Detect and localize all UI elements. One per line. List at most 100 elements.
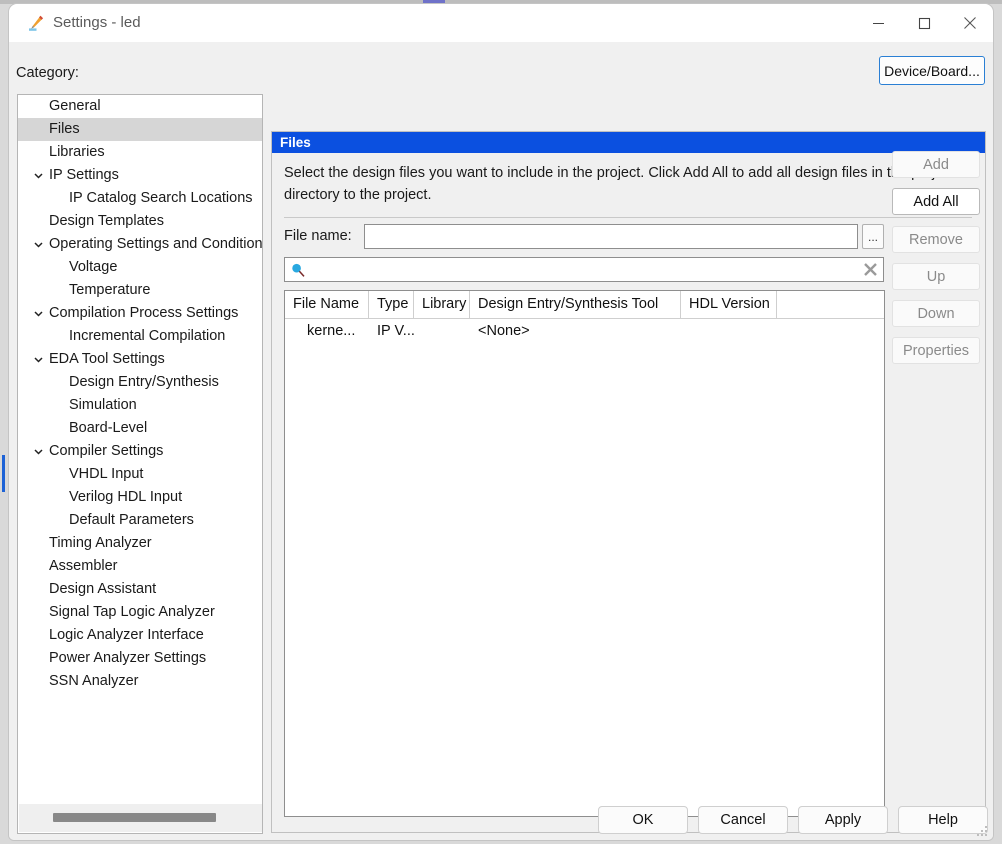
category-item-libraries[interactable]: Libraries xyxy=(18,141,262,164)
minimize-icon xyxy=(872,22,884,24)
dialog-body: Category: Device/Board... General Files Li… xyxy=(9,42,993,840)
category-item-label: Verilog HDL Input xyxy=(69,489,183,505)
category-label: Category: xyxy=(16,65,79,81)
category-item-compilation-process-settings[interactable]: Compilation Process Settings xyxy=(18,302,262,325)
chevron-down-icon[interactable] xyxy=(32,302,44,325)
category-item-design-assistant[interactable]: Design Assistant xyxy=(18,578,262,601)
category-item-voltage[interactable]: Voltage xyxy=(18,256,262,279)
background-window-accent xyxy=(2,455,5,492)
category-item-label: General xyxy=(49,98,101,114)
category-item-compiler-settings[interactable]: Compiler Settings xyxy=(18,440,262,463)
device-board-button[interactable]: Device/Board... xyxy=(879,56,985,85)
file-name-label: File name: xyxy=(284,228,352,244)
category-item-incremental-compilation[interactable]: Incremental Compilation xyxy=(18,325,262,348)
category-item-general[interactable]: General xyxy=(18,95,262,118)
table-body: kerne... IP V... <None> xyxy=(285,319,884,343)
cell-library xyxy=(414,319,470,343)
clear-x-icon[interactable] xyxy=(862,261,879,278)
files-panel-header: Files xyxy=(272,132,985,153)
tree-scrollbar-thumb[interactable] xyxy=(53,813,216,822)
search-input[interactable] xyxy=(311,259,855,282)
remove-button: Remove xyxy=(892,226,980,253)
column-header-file-name[interactable]: File Name xyxy=(285,291,369,318)
category-item-label: Temperature xyxy=(69,282,151,298)
category-item-operating-settings-and-conditions[interactable]: Operating Settings and Conditions xyxy=(18,233,262,256)
cancel-button[interactable]: Cancel xyxy=(698,806,788,834)
settings-window: Settings - led Category: Device/Board...… xyxy=(8,3,994,841)
maximize-button[interactable] xyxy=(901,4,947,42)
browse-button[interactable]: ... xyxy=(862,224,884,249)
category-item-files[interactable]: Files xyxy=(18,118,262,141)
file-list-table[interactable]: File Name Type Library Design Entry/Synthes… xyxy=(284,290,885,817)
chevron-down-icon[interactable] xyxy=(32,348,44,371)
category-item-label: SSN Analyzer xyxy=(49,673,139,689)
category-item-power-analyzer-settings[interactable]: Power Analyzer Settings xyxy=(18,647,262,670)
category-item-label: Incremental Compilation xyxy=(69,328,226,344)
category-item-verilog-hdl-input[interactable]: Verilog HDL Input xyxy=(18,486,262,509)
category-tree[interactable]: General Files Libraries IP Settings IP Catal… xyxy=(17,94,263,834)
category-item-label: VHDL Input xyxy=(69,466,144,482)
category-item-label: Design Assistant xyxy=(49,581,157,597)
title-bar: Settings - led xyxy=(9,4,993,42)
category-item-design-templates[interactable]: Design Templates xyxy=(18,210,262,233)
file-name-input[interactable] xyxy=(364,224,858,249)
up-button: Up xyxy=(892,263,980,290)
files-panel: Files Select the design files you want t… xyxy=(271,131,986,833)
category-item-signal-tap-logic-analyzer[interactable]: Signal Tap Logic Analyzer xyxy=(18,601,262,624)
category-item-ssn-analyzer[interactable]: SSN Analyzer xyxy=(18,670,262,693)
category-item-label: Files xyxy=(49,121,80,137)
minimize-button[interactable] xyxy=(855,4,901,42)
category-item-label: Timing Analyzer xyxy=(49,535,152,551)
cell-hdl-version xyxy=(681,319,777,343)
table-row[interactable]: kerne... IP V... <None> xyxy=(285,319,884,343)
category-item-label: IP Settings xyxy=(49,167,119,183)
table-header-row: File Name Type Library Design Entry/Synthes… xyxy=(285,291,884,319)
column-header-type[interactable]: Type xyxy=(369,291,414,318)
category-item-label: Design Entry/Synthesis xyxy=(69,374,219,390)
apply-button[interactable]: Apply xyxy=(798,806,888,834)
tree-horizontal-scrollbar[interactable] xyxy=(19,804,262,832)
category-item-vhdl-input[interactable]: VHDL Input xyxy=(18,463,262,486)
category-tree-list: General Files Libraries IP Settings IP Catal… xyxy=(18,95,262,693)
window-title: Settings - led xyxy=(53,14,141,31)
category-item-logic-analyzer-interface[interactable]: Logic Analyzer Interface xyxy=(18,624,262,647)
chevron-down-icon[interactable] xyxy=(32,233,44,256)
category-item-eda-tool-settings[interactable]: EDA Tool Settings xyxy=(18,348,262,371)
ok-button[interactable]: OK xyxy=(598,806,688,834)
column-header-hdl-version[interactable]: HDL Version xyxy=(681,291,777,318)
category-item-label: IP Catalog Search Locations xyxy=(69,190,253,206)
category-item-assembler[interactable]: Assembler xyxy=(18,555,262,578)
category-item-board-level[interactable]: Board-Level xyxy=(18,417,262,440)
cell-file-name: kerne... xyxy=(307,323,356,339)
close-button[interactable] xyxy=(947,4,993,42)
category-item-label: Assembler xyxy=(49,558,118,574)
add-all-button[interactable]: Add All xyxy=(892,188,980,215)
category-item-timing-analyzer[interactable]: Timing Analyzer xyxy=(18,532,262,555)
files-description: Select the design files you want to incl… xyxy=(284,165,955,203)
category-item-label: Voltage xyxy=(69,259,118,275)
category-item-design-entry-synthesis[interactable]: Design Entry/Synthesis xyxy=(18,371,262,394)
category-item-label: Simulation xyxy=(69,397,137,413)
cell-design-entry: <None> xyxy=(478,323,530,339)
close-icon xyxy=(964,17,976,29)
category-item-label: EDA Tool Settings xyxy=(49,351,165,367)
pencil-icon xyxy=(27,14,45,32)
category-item-label: Default Parameters xyxy=(69,512,194,528)
chevron-down-icon[interactable] xyxy=(32,164,44,187)
help-button[interactable]: Help xyxy=(898,806,988,834)
category-item-ip-catalog-search-locations[interactable]: IP Catalog Search Locations xyxy=(18,187,262,210)
category-item-default-parameters[interactable]: Default Parameters xyxy=(18,509,262,532)
resize-grip[interactable] xyxy=(976,825,989,838)
category-item-label: Libraries xyxy=(49,144,105,160)
column-header-library[interactable]: Library xyxy=(414,291,470,318)
category-item-ip-settings[interactable]: IP Settings xyxy=(18,164,262,187)
category-item-label: Logic Analyzer Interface xyxy=(49,627,204,643)
category-item-simulation[interactable]: Simulation xyxy=(18,394,262,417)
chevron-down-icon[interactable] xyxy=(32,440,44,463)
properties-button: Properties xyxy=(892,337,980,364)
description-divider xyxy=(284,217,972,218)
column-header-design-entry-synthesis-tool[interactable]: Design Entry/Synthesis Tool xyxy=(470,291,681,318)
category-item-temperature[interactable]: Temperature xyxy=(18,279,262,302)
category-item-label: Compiler Settings xyxy=(49,443,164,459)
search-box[interactable] xyxy=(284,257,884,282)
